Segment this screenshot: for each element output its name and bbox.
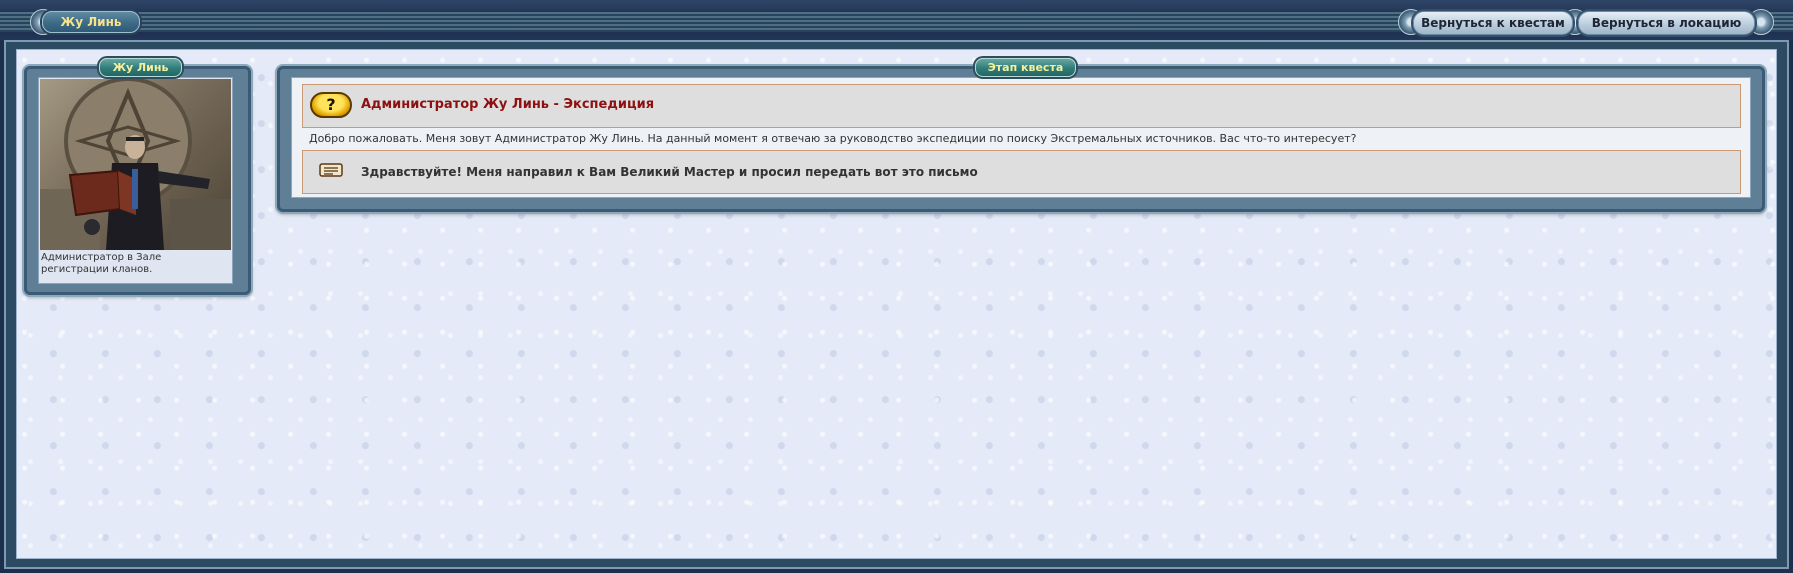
question-mark-icon: ? (310, 92, 352, 118)
npc-panel: Администратор в Зале регистрации кланов. (24, 66, 251, 295)
npc-portrait (40, 79, 231, 250)
quest-header: ? Администратор Жу Линь - Экспедиция (302, 84, 1741, 128)
quest-dialogue-text: Добро пожаловать. Меня зовут Администрат… (309, 132, 1357, 145)
npc-name-tab: Жу Линь (99, 58, 182, 77)
npc-card: Администратор в Зале регистрации кланов. (38, 77, 233, 284)
quest-title: Администратор Жу Линь - Экспедиция (361, 97, 655, 112)
quest-content: ? Администратор Жу Линь - Экспедиция Доб… (291, 77, 1751, 198)
top-bar: Жу Линь Вернуться к квестам Вернуться в … (0, 0, 1793, 40)
back-to-quests-button[interactable]: Вернуться к квестам (1413, 11, 1573, 35)
quest-panel: ? Администратор Жу Линь - Экспедиция Доб… (277, 66, 1765, 212)
letter-icon (319, 163, 343, 177)
npc-caption: Администратор в Зале регистрации кланов. (41, 252, 162, 275)
quest-reply-option[interactable]: Здравствуйте! Меня направил к Вам Велики… (302, 150, 1741, 194)
back-to-location-button[interactable]: Вернуться в локацию (1578, 11, 1755, 35)
quest-reply-label: Здравствуйте! Меня направил к Вам Велики… (361, 165, 978, 179)
quest-stage-tab: Этап квеста (975, 58, 1076, 77)
window-title: Жу Линь (42, 11, 140, 33)
